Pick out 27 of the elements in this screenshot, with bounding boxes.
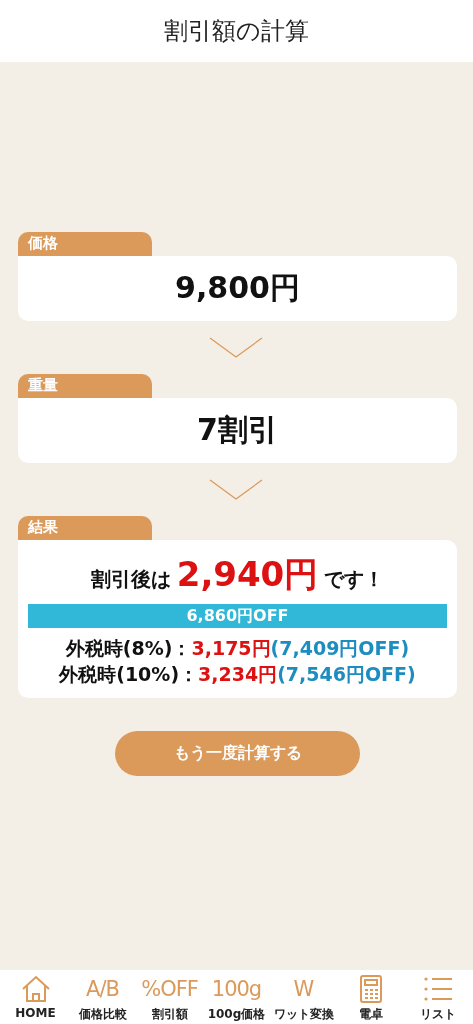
nav-label[interactable]: 割引額	[151, 1006, 188, 1023]
value-card[interactable]: 7割引	[18, 398, 457, 463]
nav-label[interactable]: リスト	[419, 1006, 456, 1023]
nav-label[interactable]: ワット変換	[273, 1006, 334, 1023]
tax-discount: (7,409円OFF)	[270, 636, 410, 661]
tax-discount: (7,546円OFF)	[277, 662, 416, 687]
nav-label[interactable]: 価格比較	[78, 1006, 127, 1023]
section-label: 結果	[18, 516, 152, 540]
result-suffix: です！	[324, 566, 385, 593]
input-value: 9,800円	[175, 269, 300, 307]
nav-label[interactable]: 電卓	[358, 1006, 383, 1023]
result-amount: 2,940円	[176, 553, 319, 596]
tax-label: 外税時(8%)：	[65, 636, 192, 661]
chevron-down-icon	[208, 336, 263, 359]
input-value: 7割引	[197, 411, 278, 449]
section-label: 重量	[18, 374, 152, 398]
discount-banner: 6,860円OFF	[28, 604, 447, 628]
chevron-down-icon	[208, 478, 263, 501]
page-title: 割引額の計算	[164, 16, 309, 47]
tax-price: 3,175円	[191, 636, 271, 661]
tax-price: 3,234円	[198, 662, 278, 687]
nav-label[interactable]: 100g価格	[207, 1006, 266, 1023]
section-label: 価格	[18, 232, 152, 256]
result-prefix: 割引後は	[90, 566, 171, 593]
nav-label[interactable]: HOME	[15, 1006, 56, 1020]
value-card[interactable]: 9,800円	[18, 256, 457, 321]
tax-label: 外税時(10%)：	[59, 662, 199, 687]
